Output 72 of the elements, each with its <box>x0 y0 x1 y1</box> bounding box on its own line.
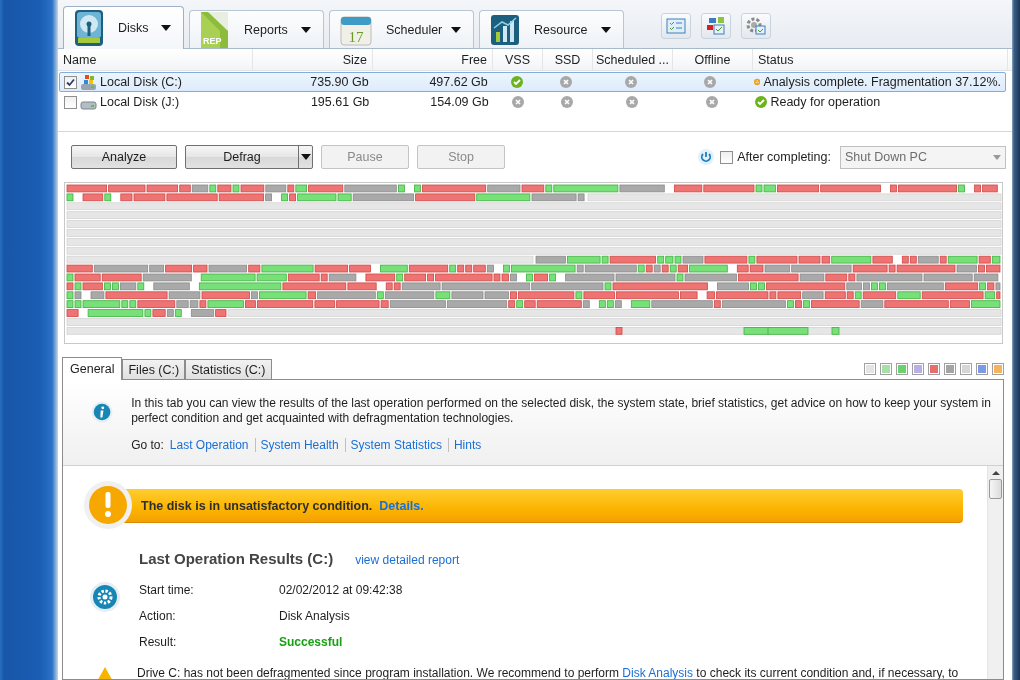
link[interactable]: Last Operation <box>169 438 249 452</box>
action-button[interactable]: Analyze <box>71 145 177 169</box>
scrollbar-thumb[interactable] <box>989 479 1002 499</box>
table-cell: 154.09 Gb <box>430 95 489 109</box>
column-header[interactable]: Size <box>253 49 373 70</box>
checkbox-label: After completing: <box>737 150 831 164</box>
toolbar-tab[interactable]: Resource <box>479 10 624 48</box>
gear-icon <box>89 581 121 613</box>
table-cell: Analysis complete. Fragmentation 37.12%. <box>763 75 1001 89</box>
toolbar-tab[interactable]: Disks <box>63 6 184 49</box>
window-tasks-button[interactable] <box>701 13 731 39</box>
caret-icon <box>301 26 311 33</box>
link[interactable]: Disk Analysis <box>622 666 694 679</box>
settings-button[interactable] <box>741 13 771 39</box>
table-cell: 497.62 Gb <box>429 75 488 89</box>
checkbox[interactable] <box>64 75 77 89</box>
link[interactable]: Hints <box>447 438 482 452</box>
caret-icon <box>601 26 611 33</box>
power-icon <box>698 149 715 165</box>
table-cell: 195.61 Gb <box>310 95 370 109</box>
column-header[interactable]: Name <box>58 49 253 70</box>
list-view-button[interactable] <box>661 13 691 39</box>
field-label: Result: <box>139 635 178 650</box>
table-cell: Local Disk (J:) <box>100 95 180 109</box>
field-label: Start time: <box>139 583 195 598</box>
goto-label: Go to: <box>131 438 164 452</box>
alert-text: The disk is in unsatisfactory condition. <box>141 498 373 513</box>
tab[interactable]: General <box>62 357 123 380</box>
field-label: Action: <box>139 609 177 624</box>
column-header[interactable]: Free <box>373 49 493 70</box>
section-title: Last Operation Results (C:) <box>139 550 334 567</box>
tab[interactable]: Statistics (C:) <box>185 359 272 379</box>
drive-icon <box>80 100 97 110</box>
field-value: 02/02/2012 at 09:42:38 <box>279 583 403 598</box>
exclamation-icon <box>83 480 133 530</box>
table-cell: Local Disk (C:) <box>100 75 182 89</box>
scrollbar[interactable] <box>987 466 1003 679</box>
caret-icon <box>451 26 461 33</box>
column-header[interactable]: Status <box>753 49 1008 70</box>
field-value: Disk Analysis <box>279 609 350 624</box>
caret-icon <box>161 25 171 31</box>
settings-icon <box>746 17 766 35</box>
column-header[interactable]: Scheduled ... <box>593 49 673 70</box>
field-value: Successful <box>279 635 343 650</box>
notice-text: Drive C: has not been defragmented since program installation. We recommend to perform Disk Analysis to check its current condition and, if necessary, to <box>137 666 959 679</box>
tab[interactable]: Files (C:) <box>122 359 186 379</box>
toolbar-tab[interactable]: REP Reports <box>189 10 324 48</box>
link[interactable]: view detailed report <box>355 553 460 567</box>
report-book-icon: REP <box>200 10 230 49</box>
link[interactable]: System Health <box>254 438 339 452</box>
caret-icon <box>300 154 311 160</box>
column-header[interactable]: Offline <box>673 49 753 70</box>
column-header[interactable]: VSS <box>493 49 543 70</box>
toolbar-tab[interactable]: 17 Scheduler <box>329 10 474 48</box>
checkbox[interactable] <box>720 150 734 164</box>
table-cell: Ready for operation <box>770 95 881 109</box>
checkbox[interactable] <box>64 95 77 109</box>
hard-drive-icon <box>74 9 104 47</box>
system-drive-icon <box>80 73 97 91</box>
table-row[interactable]: Local Disk (C:) 735.90 Gb 497.62 Gb Analysis complete. Fragmentation 37.12%. <box>59 72 1006 92</box>
calendar-icon: 17 <box>340 13 372 46</box>
link[interactable]: System Statistics <box>344 438 442 452</box>
split-button[interactable]: Defrag <box>185 145 313 169</box>
windows-check-icon <box>706 17 726 35</box>
caret-icon <box>993 154 1001 160</box>
table-row[interactable]: Local Disk (J:) 195.61 Gb 154.09 Gb Ready for operation <box>59 92 1006 112</box>
up-arrow-icon[interactable] <box>991 471 1000 475</box>
bar-chart-icon <box>490 13 520 46</box>
column-header[interactable]: SSD <box>543 49 593 70</box>
checklist-icon <box>666 18 686 34</box>
table-cell: 735.90 Gb <box>310 75 369 89</box>
info-text: In this tab you can view the results of the last operation performed on the selected disk, the system state, brief statistics, get advice on how to keep your system in perfect condition and get acquainted with defragmentation technologies. <box>131 396 992 426</box>
